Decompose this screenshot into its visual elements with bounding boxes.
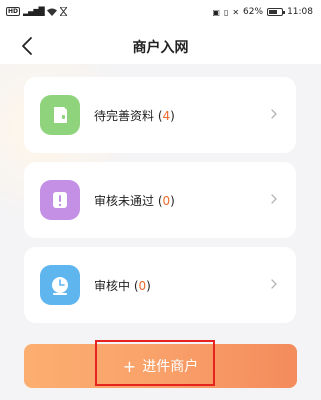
card-count: 0 [162,194,171,208]
exclamation-glyph [53,192,67,208]
chevron-right-icon [271,194,277,204]
exclamation-icon [40,180,80,220]
clock-glyph [52,277,68,295]
nfc-icon: ▣ [212,7,220,17]
card-label: 审核未通过 (0) [94,194,175,208]
hourglass-icon [59,7,67,16]
card-label: 待完善资料 (4) [94,109,175,123]
status-left: HD ▂▄▆█ [6,7,67,16]
chevron-right-icon [271,279,277,289]
status-bar: HD ▂▄▆█ ▣ ▯ ✕ 62% 11:08 [0,0,321,28]
hd-badge: HD [6,7,21,16]
card-count: 4 [162,109,171,123]
card-count: 0 [138,279,147,293]
page-title: 商户入网 [132,40,189,56]
mute-icon: ✕ [232,7,240,17]
highlight-box [95,340,215,386]
status-right: ▣ ▯ ✕ 62% 11:08 [212,7,313,17]
card-in-review[interactable]: 审核中 (0) [24,247,296,323]
clock-time: 11:08 [287,7,313,17]
card-title: 审核未通过 [94,194,155,208]
battery-fill [269,10,277,14]
battery-icon [267,8,286,16]
nav-bar: 商户入网 [0,28,321,64]
vibrate-icon: ▯ [223,7,229,17]
card-rejected[interactable]: 审核未通过 (0) [24,162,296,238]
document-glyph [54,107,67,123]
card-label: 审核中 (0) [94,279,151,293]
wifi-icon [46,8,57,16]
battery-percent: 62% [243,7,264,17]
chevron-right-icon [271,109,277,119]
card-incomplete[interactable]: 待完善资料 (4) [24,77,296,153]
clock-icon [40,265,80,305]
document-icon [40,95,80,135]
card-title: 审核中 [94,279,131,293]
signal-icon: ▂▄▆█ [23,7,45,16]
card-title: 待完善资料 [94,109,155,123]
